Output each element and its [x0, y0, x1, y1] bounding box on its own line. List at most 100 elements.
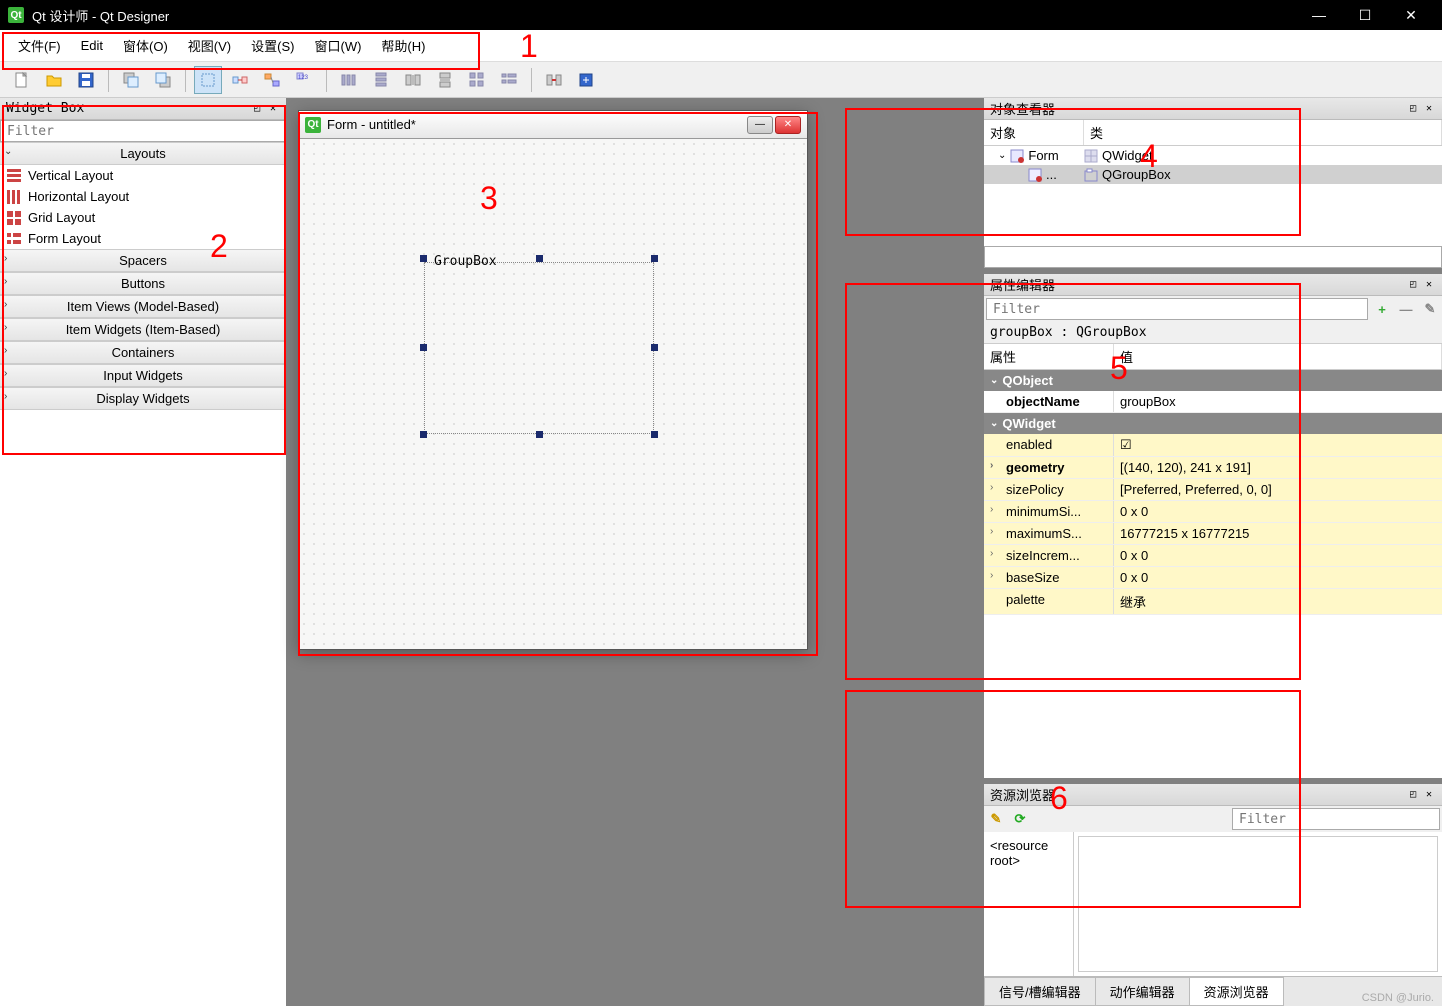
dock-close-icon[interactable]: ✕ — [266, 102, 280, 116]
category-item-widgets[interactable]: ›Item Widgets (Item-Based) — [0, 318, 286, 341]
layout-vertical-icon[interactable] — [367, 66, 395, 94]
resize-handle-icon[interactable] — [651, 255, 658, 262]
send-back-icon[interactable] — [117, 66, 145, 94]
edit-buddies-icon[interactable] — [258, 66, 286, 94]
layout-horizontal-icon[interactable] — [335, 66, 363, 94]
prop-row-sizeincrement[interactable]: ›sizeIncrem...0 x 0 — [984, 545, 1442, 567]
prop-row-objectname[interactable]: objectNamegroupBox — [984, 391, 1442, 413]
prop-group-qwidget[interactable]: ⌄QWidget — [984, 413, 1442, 434]
prop-row-maxsize[interactable]: ›maximumS...16777215 x 16777215 — [984, 523, 1442, 545]
chevron-down-icon[interactable]: ⌄ — [998, 150, 1006, 161]
open-file-icon[interactable] — [40, 66, 68, 94]
menu-file[interactable]: 文件(F) — [8, 32, 71, 59]
chevron-right-icon[interactable]: › — [990, 504, 993, 515]
close-button[interactable]: ✕ — [1388, 0, 1434, 30]
object-tree[interactable]: 对象 类 ⌄ Form QWidget — [984, 120, 1442, 246]
new-file-icon[interactable] — [8, 66, 36, 94]
menu-help[interactable]: 帮助(H) — [371, 32, 435, 59]
resource-body: <resource root> — [984, 832, 1442, 976]
save-file-icon[interactable] — [72, 66, 100, 94]
category-item-views[interactable]: ›Item Views (Model-Based) — [0, 295, 286, 318]
widget-horizontal-layout[interactable]: Horizontal Layout — [0, 186, 286, 207]
form-minimize-button[interactable]: — — [747, 116, 773, 134]
form-layout-icon — [6, 231, 22, 247]
property-table[interactable]: ⌄QObject objectNamegroupBox ⌄QWidget ena… — [984, 370, 1442, 778]
edit-widgets-icon[interactable] — [194, 66, 222, 94]
edit-signals-icon[interactable] — [226, 66, 254, 94]
break-layout-icon[interactable] — [540, 66, 568, 94]
resize-handle-icon[interactable] — [536, 431, 543, 438]
object-inspector-filter[interactable] — [984, 246, 1442, 268]
prop-group-qobject[interactable]: ⌄QObject — [984, 370, 1442, 391]
menu-window[interactable]: 窗口(W) — [304, 32, 371, 59]
category-spacers[interactable]: ›Spacers — [0, 249, 286, 272]
category-containers[interactable]: ›Containers — [0, 341, 286, 364]
prop-row-palette[interactable]: palette继承 — [984, 589, 1442, 615]
object-tree-header: 对象 类 — [984, 120, 1442, 146]
dock-float-icon[interactable]: ◰ — [1406, 278, 1420, 292]
edit-resource-icon[interactable]: ✎ — [986, 809, 1006, 829]
layout-vsplitter-icon[interactable] — [431, 66, 459, 94]
dock-float-icon[interactable]: ◰ — [250, 102, 264, 116]
form-window[interactable]: Qt Form - untitled* — ✕ GroupBox — [298, 110, 808, 650]
widget-box-filter[interactable] — [0, 120, 286, 142]
minimize-button[interactable]: — — [1296, 0, 1342, 30]
form-canvas[interactable]: GroupBox — [299, 139, 807, 649]
dock-close-icon[interactable]: ✕ — [1422, 788, 1436, 802]
chevron-down-icon: ⌄ — [990, 418, 998, 429]
tree-row-form[interactable]: ⌄ Form QWidget — [984, 146, 1442, 165]
tab-resource-browser[interactable]: 资源浏览器 — [1189, 977, 1284, 1006]
resize-handle-icon[interactable] — [536, 255, 543, 262]
reload-resource-icon[interactable]: ⟳ — [1010, 809, 1030, 829]
adjust-size-icon[interactable] — [572, 66, 600, 94]
category-input-widgets[interactable]: ›Input Widgets — [0, 364, 286, 387]
groupbox-widget[interactable]: GroupBox — [424, 259, 654, 434]
menu-settings[interactable]: 设置(S) — [241, 32, 304, 59]
resource-tree[interactable]: <resource root> — [984, 832, 1074, 976]
layout-form-icon[interactable] — [495, 66, 523, 94]
edit-taborder-icon[interactable]: 123 — [290, 66, 318, 94]
add-property-icon[interactable]: + — [1372, 299, 1392, 319]
widget-grid-layout[interactable]: Grid Layout — [0, 207, 286, 228]
chevron-right-icon[interactable]: › — [990, 526, 993, 537]
category-display-widgets[interactable]: ›Display Widgets — [0, 387, 286, 410]
dock-close-icon[interactable]: ✕ — [1422, 102, 1436, 116]
category-layouts[interactable]: ⌄Layouts — [0, 142, 286, 165]
chevron-right-icon[interactable]: › — [990, 482, 993, 493]
resize-handle-icon[interactable] — [420, 255, 427, 262]
property-filter[interactable] — [986, 298, 1368, 320]
widget-vertical-layout[interactable]: Vertical Layout — [0, 165, 286, 186]
menu-edit[interactable]: Edit — [71, 34, 113, 57]
configure-icon[interactable]: ✎ — [1420, 299, 1440, 319]
form-close-button[interactable]: ✕ — [775, 116, 801, 134]
tree-row-groupbox[interactable]: ... QGroupBox — [984, 165, 1442, 184]
tab-action-editor[interactable]: 动作编辑器 — [1095, 977, 1190, 1006]
bring-front-icon[interactable] — [149, 66, 177, 94]
dock-float-icon[interactable]: ◰ — [1406, 102, 1420, 116]
menu-form[interactable]: 窗体(O) — [113, 32, 178, 59]
tab-signals-slots[interactable]: 信号/槽编辑器 — [984, 977, 1096, 1006]
maximize-button[interactable]: ☐ — [1342, 0, 1388, 30]
layout-hsplitter-icon[interactable] — [399, 66, 427, 94]
chevron-right-icon[interactable]: › — [990, 570, 993, 581]
resize-handle-icon[interactable] — [651, 344, 658, 351]
menu-view[interactable]: 视图(V) — [178, 32, 241, 59]
resource-filter[interactable] — [1232, 808, 1440, 830]
prop-row-enabled[interactable]: enabled☑ — [984, 434, 1442, 457]
widget-form-layout[interactable]: Form Layout — [0, 228, 286, 249]
chevron-right-icon[interactable]: › — [990, 460, 993, 471]
resource-browser-title: 资源浏览器 — [990, 785, 1055, 804]
chevron-right-icon[interactable]: › — [990, 548, 993, 559]
prop-row-geometry[interactable]: ›geometry[(140, 120), 241 x 191] — [984, 457, 1442, 479]
layout-grid-icon[interactable] — [463, 66, 491, 94]
dock-float-icon[interactable]: ◰ — [1406, 788, 1420, 802]
prop-row-basesize[interactable]: ›baseSize0 x 0 — [984, 567, 1442, 589]
dock-close-icon[interactable]: ✕ — [1422, 278, 1436, 292]
prop-row-minsize[interactable]: ›minimumSi...0 x 0 — [984, 501, 1442, 523]
prop-row-sizepolicy[interactable]: ›sizePolicy[Preferred, Preferred, 0, 0] — [984, 479, 1442, 501]
resize-handle-icon[interactable] — [651, 431, 658, 438]
remove-property-icon[interactable]: — — [1396, 299, 1416, 319]
resize-handle-icon[interactable] — [420, 344, 427, 351]
resize-handle-icon[interactable] — [420, 431, 427, 438]
category-buttons[interactable]: ›Buttons — [0, 272, 286, 295]
